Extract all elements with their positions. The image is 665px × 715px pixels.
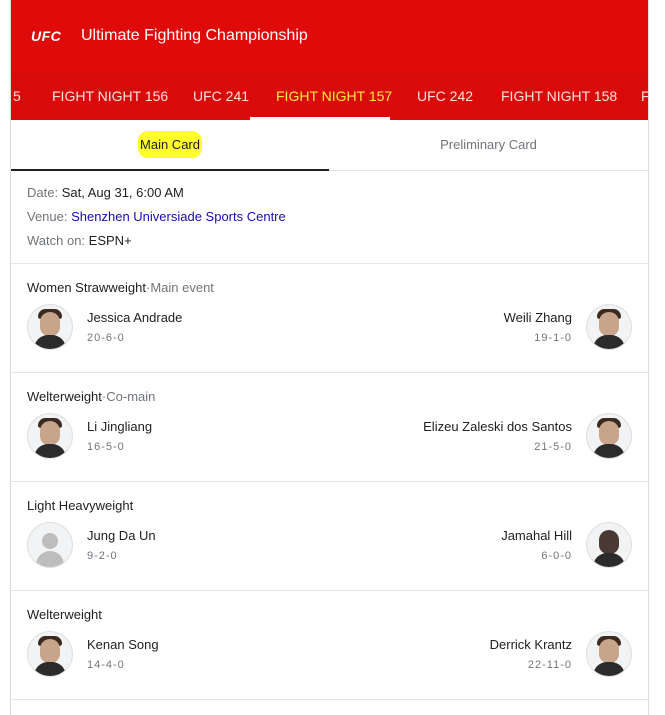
date-value: Sat, Aug 31, 6:00 AM <box>61 185 184 200</box>
tab-main-card[interactable]: Main Card <box>11 120 329 170</box>
head-shape <box>599 421 619 445</box>
tab-partial-right[interactable]: F <box>641 72 648 120</box>
date-row: Date: Sat, Aug 31, 6:00 AM <box>27 181 632 205</box>
card-tabs: Main Card Preliminary Card <box>11 120 648 171</box>
watch-value: ESPN+ <box>88 233 132 248</box>
fighter-avatar[interactable] <box>586 522 632 568</box>
head-shape <box>599 312 619 336</box>
watch-row: Watch on: ESPN+ <box>27 229 632 253</box>
division-name: Women Strawweight <box>27 280 146 295</box>
fighter-record: 6-0-0 <box>541 550 572 562</box>
fighter-avatar[interactable] <box>27 631 73 677</box>
fighter-name[interactable]: Jessica Andrade <box>87 310 182 325</box>
event-info: Date: Sat, Aug 31, 6:00 AM Venue: Shenzh… <box>11 171 648 264</box>
watch-label: Watch on: <box>27 233 86 248</box>
venue-label: Venue: <box>27 209 68 224</box>
bout-division: Light Heavyweight <box>27 498 133 513</box>
fighter-name[interactable]: Kenan Song <box>87 637 159 652</box>
person-placeholder-body <box>36 551 64 567</box>
fighter-record: 20-6-0 <box>87 332 125 344</box>
date-label: Date: <box>27 185 59 200</box>
torso-shape <box>34 335 66 349</box>
torso-shape <box>593 662 625 676</box>
fighter-name[interactable]: Derrick Krantz <box>490 637 572 652</box>
division-name: Light Heavyweight <box>27 498 134 513</box>
page-title: Ultimate Fighting Championship <box>81 27 308 44</box>
bout-row[interactable]: Welterweight Kenan Song 14-4-0 Derrick K… <box>11 591 648 700</box>
active-tab-indicator <box>11 169 329 171</box>
bout-division: Welterweight·Co-main <box>27 389 155 404</box>
ufc-logo: UFC <box>31 28 62 44</box>
torso-shape <box>34 444 66 458</box>
fighter-name[interactable]: Jamahal Hill <box>501 528 572 543</box>
fighter-avatar[interactable] <box>586 304 632 350</box>
fighter-record: 21-5-0 <box>534 441 572 453</box>
bout-tag: Co-main <box>106 389 156 404</box>
bout-division: Welterweight <box>27 607 102 622</box>
fighter-record: 9-2-0 <box>87 550 118 562</box>
torso-shape <box>34 662 66 676</box>
tab-ufc-242[interactable]: UFC 242 <box>417 72 473 120</box>
head-shape <box>40 639 60 663</box>
venue-row: Venue: Shenzhen Universiade Sports Centr… <box>27 205 632 229</box>
fighter-name[interactable]: Weili Zhang <box>504 310 572 325</box>
person-placeholder-icon <box>42 533 58 549</box>
main-card-label: Main Card <box>138 131 202 158</box>
tab-partial-left[interactable]: 5 <box>13 72 21 120</box>
fighter-avatar[interactable] <box>586 413 632 459</box>
active-event-indicator <box>250 117 390 120</box>
tab-fight-night-158[interactable]: FIGHT NIGHT 158 <box>501 72 617 120</box>
fighter-name[interactable]: Elizeu Zaleski dos Santos <box>423 419 572 434</box>
fighter-name[interactable]: Jung Da Un <box>87 528 156 543</box>
ufc-events-card: UFC Ultimate Fighting Championship 5 FIG… <box>10 0 649 715</box>
tab-fight-night-157[interactable]: FIGHT NIGHT 157 <box>276 72 392 120</box>
placeholder-avatar[interactable] <box>27 522 73 568</box>
head-shape <box>40 421 60 445</box>
torso-shape <box>593 444 625 458</box>
tab-fight-night-156[interactable]: FIGHT NIGHT 156 <box>52 72 168 120</box>
fighter-record: 16-5-0 <box>87 441 125 453</box>
header: UFC Ultimate Fighting Championship <box>11 0 648 72</box>
tab-ufc-241[interactable]: UFC 241 <box>193 72 249 120</box>
fighter-record: 19-1-0 <box>534 332 572 344</box>
fighter-record: 22-11-0 <box>527 659 572 671</box>
fighter-avatar[interactable] <box>27 413 73 459</box>
fighter-avatar[interactable] <box>586 631 632 677</box>
division-name: Welterweight <box>27 607 102 622</box>
bout-row[interactable]: Light Heavyweight Jung Da Un 9-2-0 Jamah… <box>11 482 648 591</box>
bout-row[interactable]: Women Strawweight·Main event Jessica And… <box>11 264 648 373</box>
fighter-record: 14-4-0 <box>87 659 125 671</box>
head-shape <box>599 639 619 663</box>
torso-shape <box>593 335 625 349</box>
event-tabs: 5 FIGHT NIGHT 156 UFC 241 FIGHT NIGHT 15… <box>11 72 648 120</box>
torso-shape <box>593 553 625 567</box>
head-shape <box>599 530 619 554</box>
venue-link[interactable]: Shenzhen Universiade Sports Centre <box>71 209 286 224</box>
bout-row[interactable]: Welterweight·Co-main Li Jingliang 16-5-0… <box>11 373 648 482</box>
fighter-avatar[interactable] <box>27 304 73 350</box>
division-name: Welterweight <box>27 389 102 404</box>
bout-tag: Main event <box>150 280 214 295</box>
fighter-name[interactable]: Li Jingliang <box>87 419 152 434</box>
head-shape <box>40 312 60 336</box>
tab-preliminary-card[interactable]: Preliminary Card <box>329 120 648 170</box>
bout-division: Women Strawweight·Main event <box>27 280 214 295</box>
